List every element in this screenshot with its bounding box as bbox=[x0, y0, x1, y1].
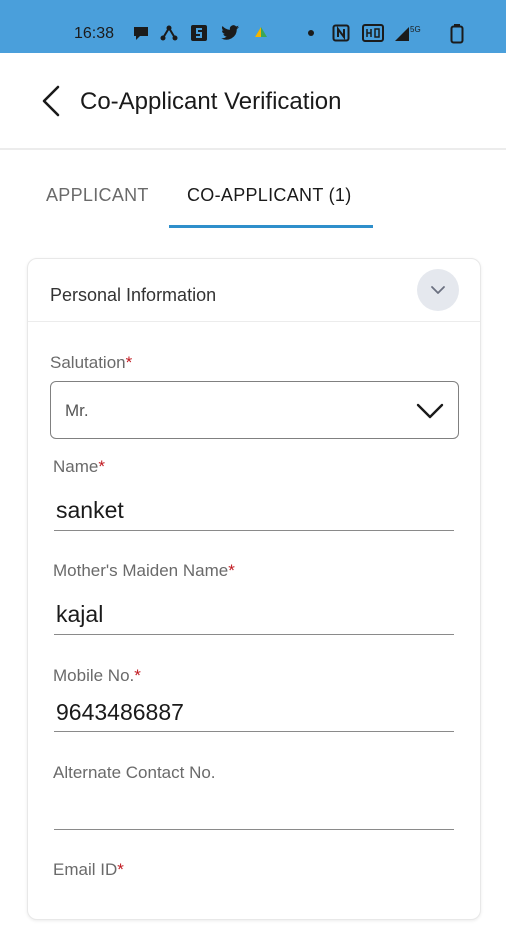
battery-icon bbox=[450, 24, 464, 44]
network-icon bbox=[160, 24, 178, 42]
mother-maiden-name-label: Mother's Maiden Name* bbox=[53, 561, 235, 580]
mother-maiden-name-value: kajal bbox=[56, 601, 104, 627]
app-bar: Co-Applicant Verification bbox=[0, 53, 506, 150]
mother-maiden-name-input[interactable]: kajal bbox=[54, 595, 454, 635]
back-arrow-icon[interactable] bbox=[38, 85, 66, 117]
alternate-contact-underline bbox=[54, 829, 454, 830]
email-label: Email ID* bbox=[53, 860, 124, 879]
tab-co-applicant[interactable]: CO-APPLICANT (1) bbox=[187, 185, 352, 206]
personal-information-card: Personal Information Salutation* Mr. Nam… bbox=[27, 258, 481, 920]
collapse-section-button[interactable] bbox=[417, 269, 459, 311]
nfc-icon bbox=[332, 24, 350, 42]
chevron-down-icon bbox=[416, 403, 444, 419]
page-title: Co-Applicant Verification bbox=[80, 88, 342, 115]
mother-maiden-name-underline bbox=[54, 634, 454, 635]
name-underline bbox=[54, 530, 454, 531]
chat-bubble-icon bbox=[132, 24, 150, 42]
salutation-label: Salutation* bbox=[50, 353, 133, 372]
mobile-value: 9643486887 bbox=[56, 699, 184, 725]
active-tab-indicator bbox=[169, 225, 373, 228]
chevron-down-icon bbox=[431, 286, 445, 294]
section-title: Personal Information bbox=[50, 285, 217, 305]
name-label: Name* bbox=[53, 457, 105, 476]
mobile-underline bbox=[54, 731, 454, 732]
mobile-input[interactable]: 9643486887 bbox=[54, 693, 454, 733]
twitter-icon bbox=[220, 24, 239, 42]
drive-icon bbox=[252, 24, 270, 42]
status-time: 16:38 bbox=[74, 25, 115, 42]
status-bar: 16:38 5G bbox=[0, 0, 506, 53]
name-value: sanket bbox=[56, 497, 124, 523]
section-header[interactable]: Personal Information bbox=[28, 259, 480, 322]
svg-text:5G: 5G bbox=[410, 25, 421, 34]
alternate-contact-label: Alternate Contact No. bbox=[53, 763, 216, 782]
email-input[interactable] bbox=[54, 885, 454, 925]
salutation-select[interactable]: Mr. bbox=[50, 381, 459, 439]
salutation-value: Mr. bbox=[65, 401, 89, 420]
name-input[interactable]: sanket bbox=[54, 491, 454, 531]
dot-icon bbox=[308, 30, 314, 36]
tab-applicant[interactable]: APPLICANT bbox=[46, 185, 149, 206]
alternate-contact-input[interactable] bbox=[54, 789, 454, 829]
mobile-label: Mobile No.* bbox=[53, 666, 141, 685]
s-app-icon bbox=[190, 24, 208, 42]
volte-icon bbox=[362, 24, 384, 42]
signal-5g-icon: 5G bbox=[394, 24, 422, 42]
